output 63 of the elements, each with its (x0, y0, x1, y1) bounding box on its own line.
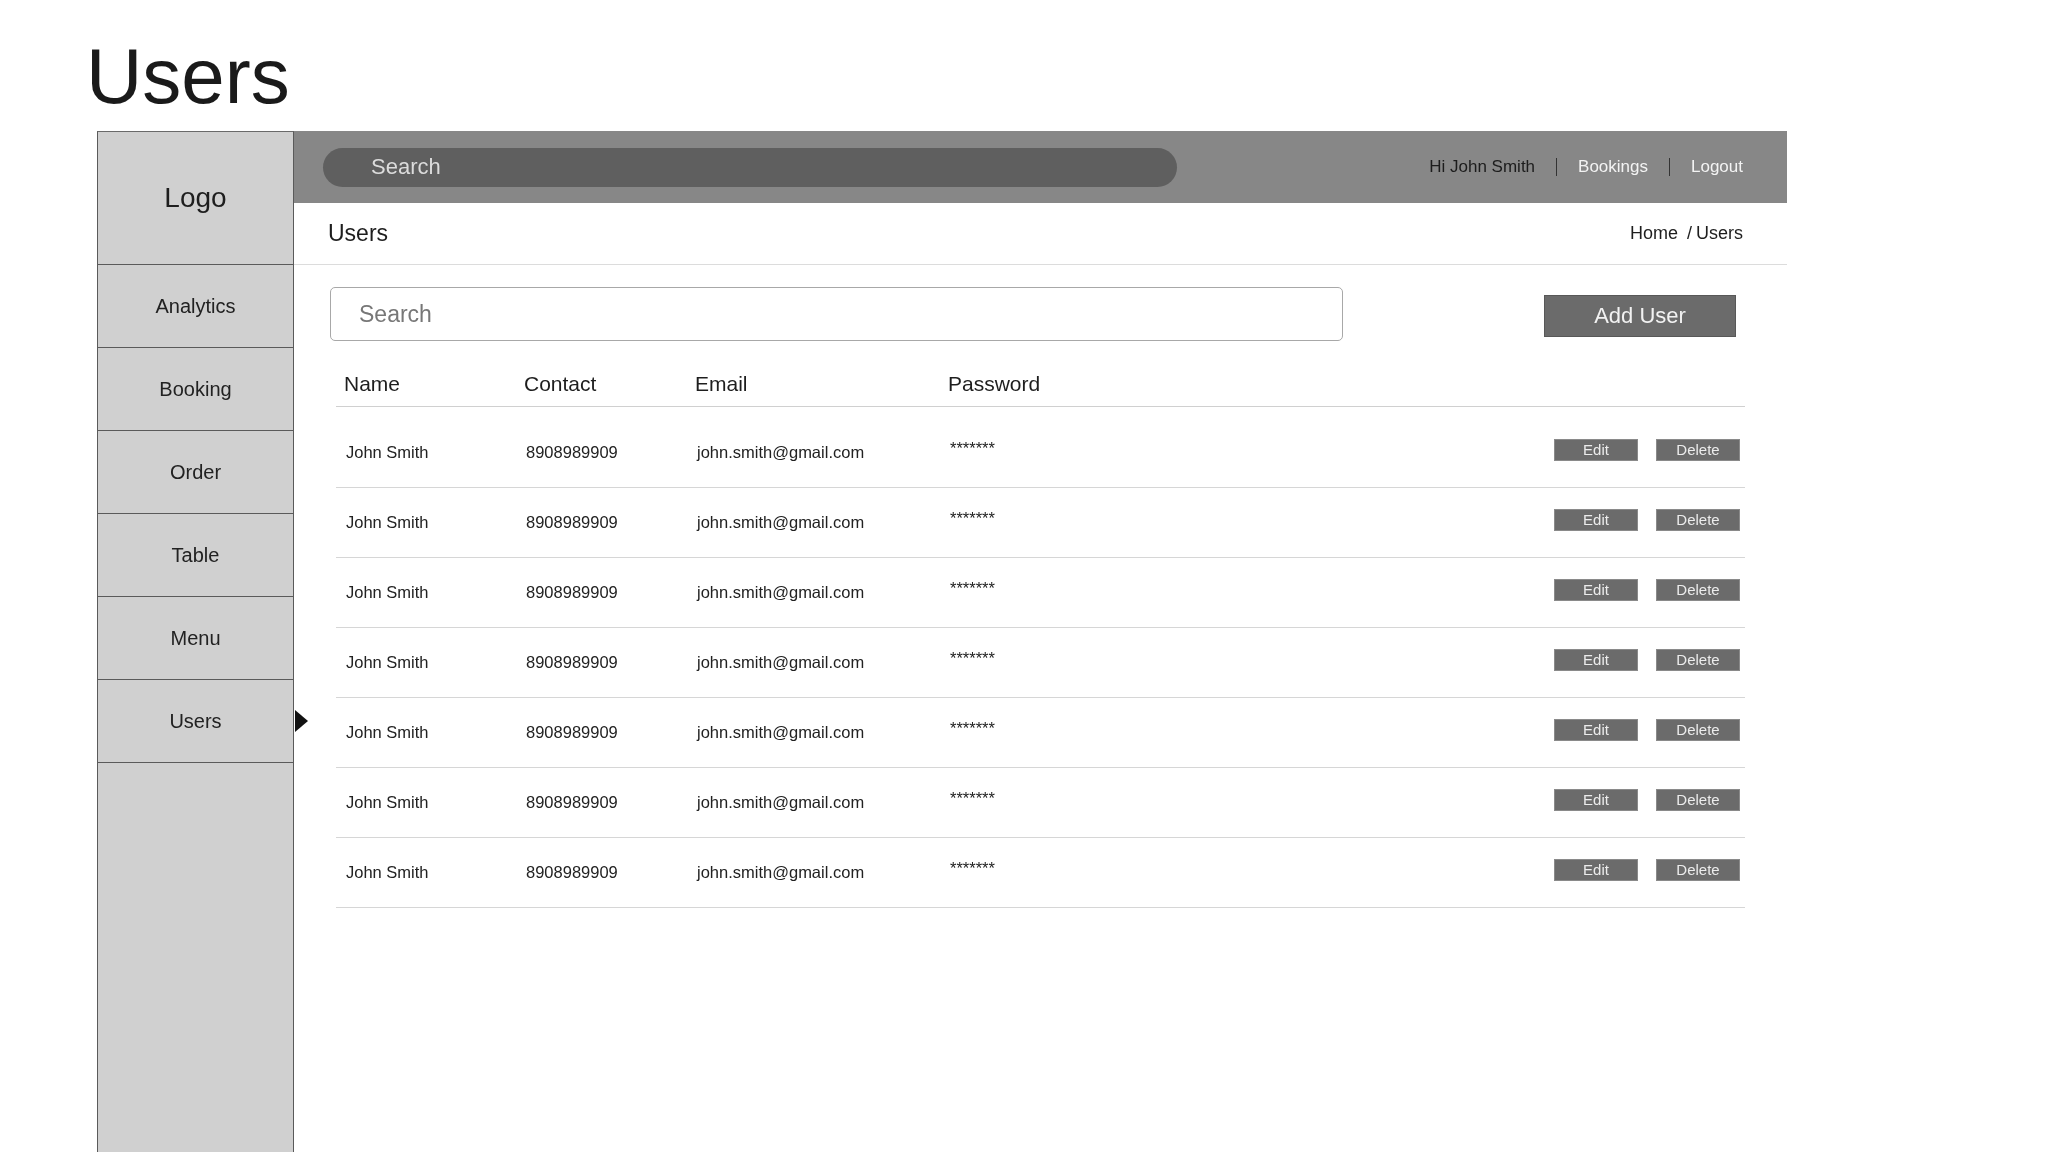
table-cell-text: John Smith (345, 723, 429, 742)
page-title: Users (328, 220, 389, 247)
edit-button[interactable]: Edit (1554, 648, 1638, 671)
header-link[interactable]: Logout (1691, 157, 1743, 177)
table-cell-text: ******* (949, 579, 995, 598)
table-cell-text: ******* (949, 509, 995, 528)
table-cell-text: ******* (949, 859, 995, 878)
delete-button[interactable]: Delete (1656, 718, 1740, 741)
edit-button[interactable]: Edit (1554, 578, 1638, 601)
table-cell-text: john.smith@gmail.com (695, 583, 865, 602)
edit-button[interactable]: Edit (1554, 718, 1638, 741)
table-cell-text: john.smith@gmail.com (695, 863, 865, 882)
search-field[interactable]: Search (323, 147, 1177, 187)
add-user-button[interactable]: Add User (1544, 295, 1736, 337)
breadcrumb-current: Users (1696, 223, 1743, 244)
slide-title: Users (86, 37, 290, 115)
table-cell-text: John Smith (345, 513, 429, 532)
column-header: Name (343, 372, 401, 396)
column-header: Password (947, 372, 1041, 396)
edit-button[interactable]: Edit (1554, 438, 1638, 461)
table-cell-text: 8908989909 (525, 443, 618, 462)
table-cell-text: ******* (949, 649, 995, 668)
nav-item[interactable]: Table (98, 514, 293, 597)
column-header: Contact (523, 372, 597, 396)
logo: Logo (164, 182, 227, 214)
table-cell-text: john.smith@gmail.com (695, 653, 865, 672)
table-cell-text: 8908989909 (525, 513, 618, 532)
header-link[interactable]: Bookings (1578, 157, 1648, 177)
greeting-text: Hi John Smith (1429, 157, 1536, 177)
table-cell-text: john.smith@gmail.com (695, 723, 865, 742)
table-cell-text: John Smith (345, 793, 429, 812)
breadcrumb-link[interactable]: Home (1629, 223, 1678, 244)
table-cell-text: 8908989909 (525, 863, 618, 882)
nav-item[interactable]: Menu (98, 597, 293, 680)
edit-button[interactable]: Edit (1554, 788, 1638, 811)
table-cell-text: ******* (949, 439, 995, 458)
table-cell-text: John Smith (345, 583, 429, 602)
table-cell-text: John Smith (345, 443, 429, 462)
nav-item[interactable]: Analytics (98, 265, 293, 348)
breadcrumb-separator: / (1686, 223, 1692, 244)
delete-button[interactable]: Delete (1656, 578, 1740, 601)
table-cell-text: ******* (949, 719, 995, 738)
nav-item[interactable]: Order (98, 431, 293, 514)
edit-button[interactable]: Edit (1554, 858, 1638, 881)
delete-button[interactable]: Delete (1656, 788, 1740, 811)
table-cell-text: 8908989909 (525, 793, 618, 812)
delete-button[interactable]: Delete (1656, 438, 1740, 461)
table-cell-text: John Smith (345, 653, 429, 672)
table-cell-text: john.smith@gmail.com (695, 513, 865, 532)
table-cell-text: 8908989909 (525, 653, 618, 672)
delete-button[interactable]: Delete (1656, 648, 1740, 671)
table-cell-text: ******* (949, 789, 995, 808)
table-cell-text: john.smith@gmail.com (695, 443, 865, 462)
delete-button[interactable]: Delete (1656, 858, 1740, 881)
nav-item[interactable]: Booking (98, 348, 293, 431)
edit-button[interactable]: Edit (1554, 508, 1638, 531)
column-header: Email (694, 372, 748, 396)
table-cell-text: John Smith (345, 863, 429, 882)
table-cell-text: 8908989909 (525, 723, 618, 742)
table-cell-text: john.smith@gmail.com (695, 793, 865, 812)
delete-button[interactable]: Delete (1656, 508, 1740, 531)
table-cell-text: 8908989909 (525, 583, 618, 602)
search-field[interactable]: Search (330, 287, 1343, 341)
